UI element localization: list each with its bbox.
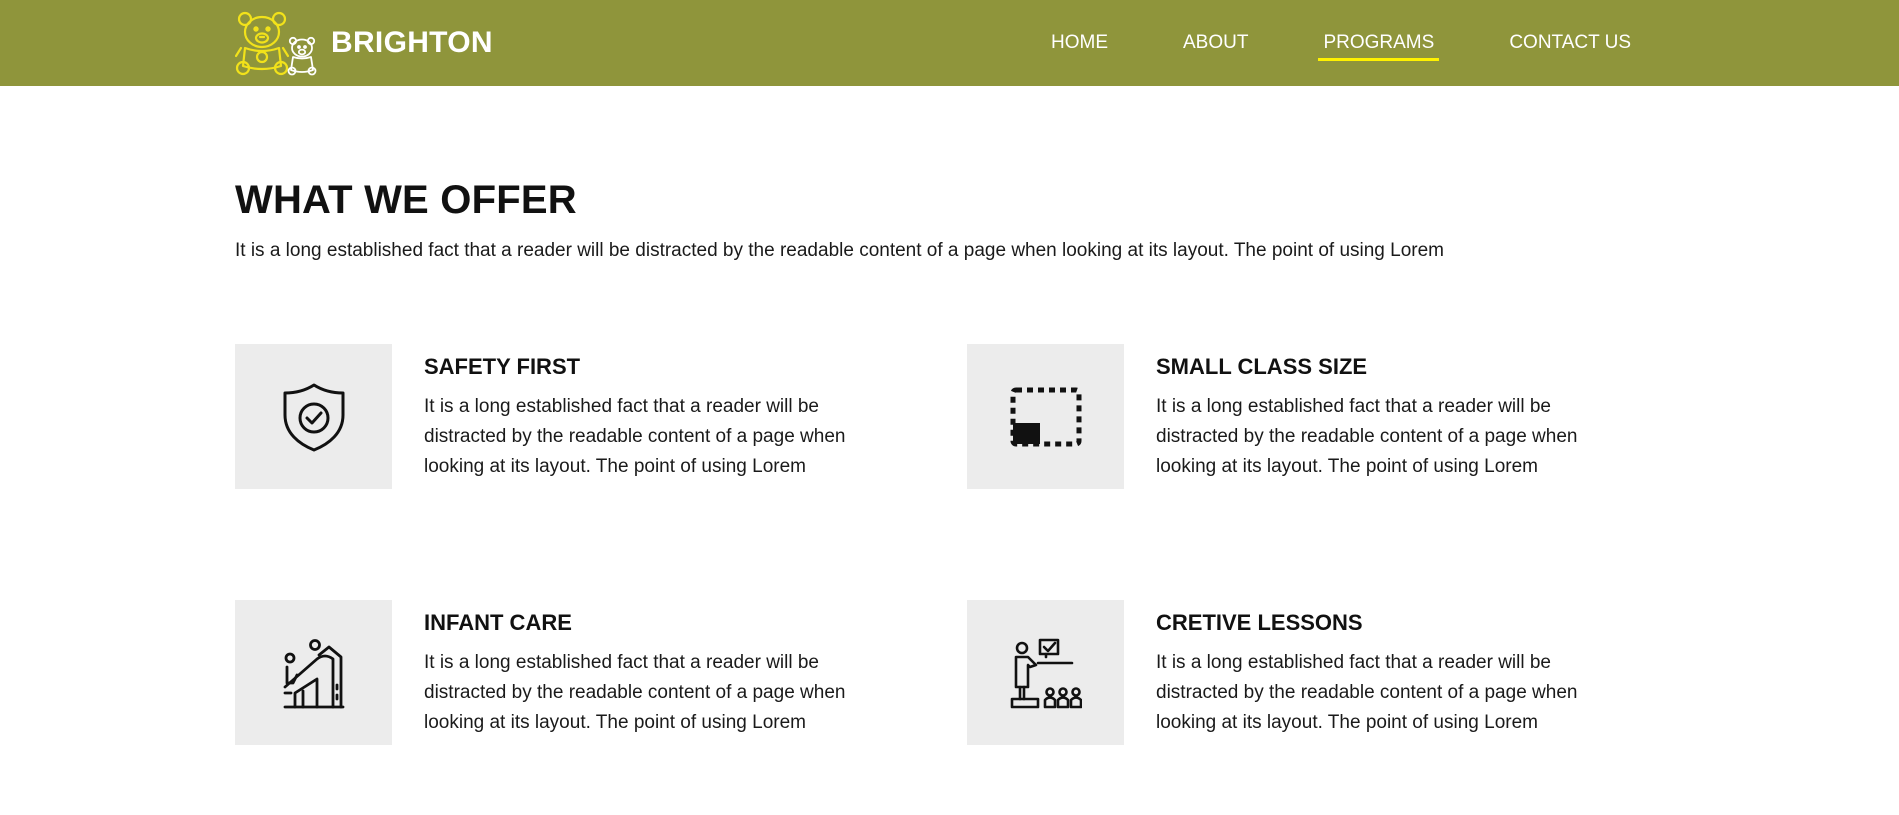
card-title: CRETIVE LESSONS — [1156, 610, 1363, 635]
offer-card-creative-lessons: CRETIVE LESSONS It is a long established… — [967, 600, 1627, 745]
brand-link[interactable]: BRIGHTON — [235, 10, 493, 76]
teddy-bear-icon — [235, 11, 317, 76]
nav-about[interactable]: ABOUT — [1178, 0, 1253, 86]
card-text: It is a long established fact that a rea… — [1156, 396, 1578, 477]
card-text: It is a long established fact that a rea… — [424, 396, 846, 477]
brand-name: BRIGHTON — [331, 26, 493, 59]
card-icon-box — [235, 344, 392, 489]
nav-programs[interactable]: PROGRAMS — [1318, 0, 1440, 86]
card-title: SMALL CLASS SIZE — [1156, 354, 1368, 379]
dashed-frame-icon — [1010, 387, 1081, 446]
offer-card-infant-care: INFANT CARE It is a long established fac… — [235, 600, 895, 745]
nav-contact-us[interactable]: CONTACT US — [1504, 0, 1636, 86]
card-icon-box — [235, 600, 392, 745]
card-title: INFANT CARE — [424, 610, 572, 635]
teacher-classroom-icon — [1010, 638, 1082, 708]
section-title: WHAT WE OFFER — [235, 178, 577, 222]
card-icon-box — [967, 600, 1124, 745]
section-intro: It is a long established fact that a rea… — [235, 240, 1445, 261]
offer-card-safety: SAFETY FIRST It is a long established fa… — [235, 344, 895, 489]
main-nav: HOME ABOUT PROGRAMS CONTACT US — [1046, 0, 1636, 86]
nav-home[interactable]: HOME — [1046, 0, 1113, 86]
card-icon-box — [967, 344, 1124, 489]
card-text: It is a long established fact that a rea… — [1156, 652, 1578, 733]
shield-check-icon — [283, 383, 344, 451]
site-header: BRIGHTON HOME ABOUT PROGRAMS CONTACT US — [0, 0, 1899, 86]
offer-card-class-size: SMALL CLASS SIZE It is a long establishe… — [967, 344, 1627, 489]
card-text: It is a long established fact that a rea… — [424, 652, 846, 733]
card-title: SAFETY FIRST — [424, 354, 581, 379]
playground-slide-icon — [283, 638, 344, 708]
